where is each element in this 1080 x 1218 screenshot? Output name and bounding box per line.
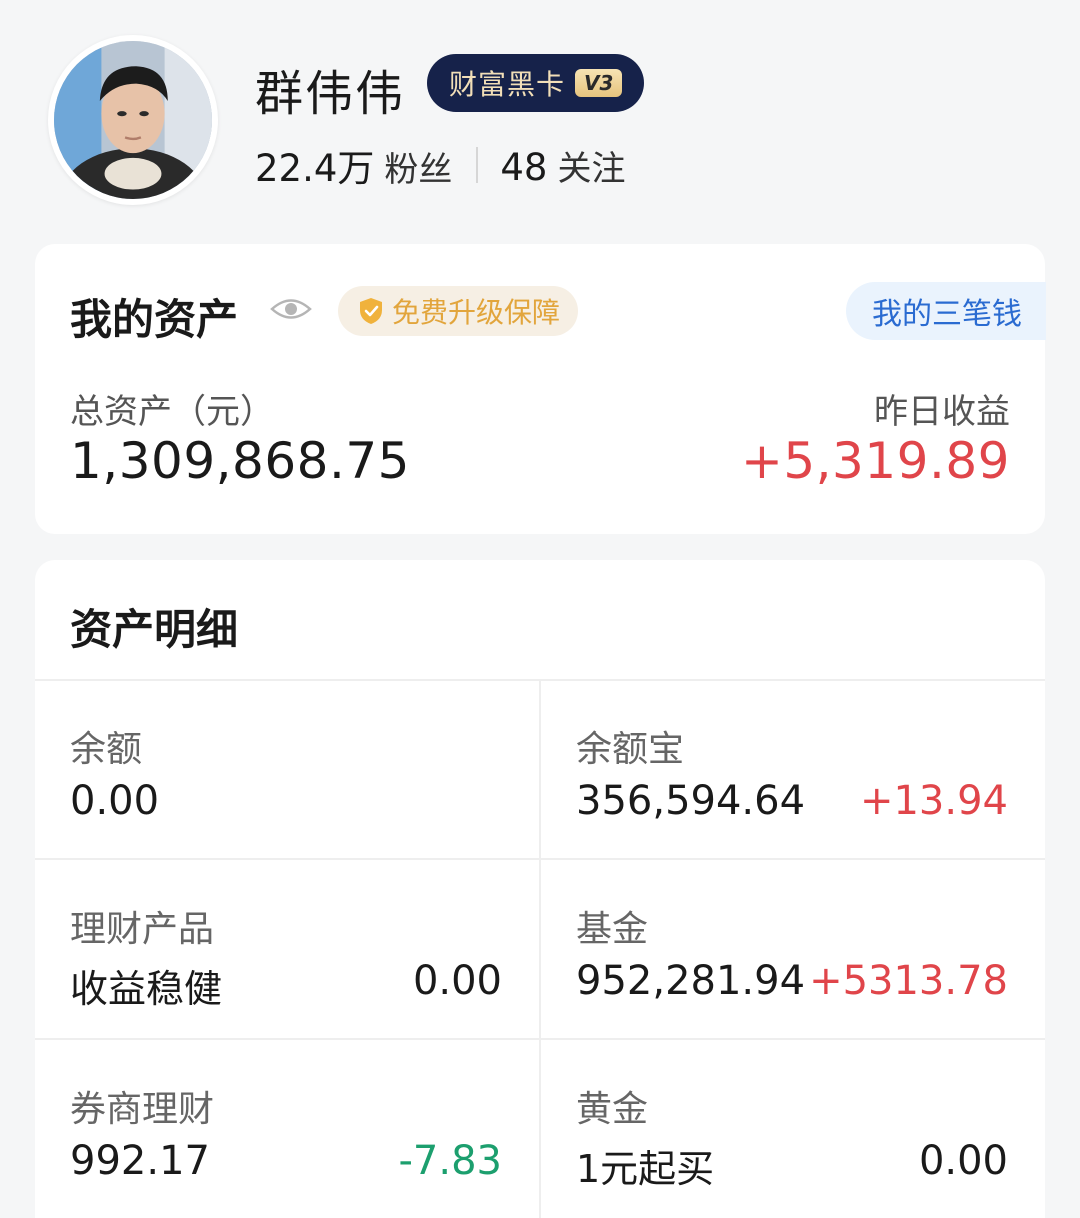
follow-label: 关注 (557, 148, 626, 189)
vip-level-tag: V3 (575, 69, 623, 97)
asset-item-value: 收益稳健 (70, 967, 223, 1011)
avatar[interactable] (48, 35, 218, 205)
eye-icon[interactable] (270, 294, 312, 324)
yesterday-earnings-label: 昨日收益 (874, 392, 1010, 432)
total-assets-label: 总资产（元） (70, 392, 274, 432)
asset-item-label: 券商理财 (70, 1089, 215, 1130)
asset-item-earnings: +5313.78 (809, 958, 1008, 1004)
profile-stats: 22.4万 粉丝 48 关注 (255, 138, 625, 192)
shield-icon (360, 298, 382, 324)
asset-item-label: 余额宝 (576, 729, 685, 770)
asset-item-value: 952,281.94 (576, 958, 806, 1004)
asset-detail-title: 资产明细 (70, 605, 239, 654)
asset-item-label: 理财产品 (70, 909, 215, 950)
asset-item-value: 0.00 (70, 778, 160, 824)
username: 群伟伟 (255, 66, 406, 122)
assets-title: 我的资产 (70, 295, 239, 344)
three-money-button[interactable]: 我的三笔钱 (846, 282, 1046, 340)
asset-item-earnings: 0.00 (412, 958, 502, 1004)
total-assets-value: 1,309,868.75 (70, 432, 410, 490)
fans-link[interactable]: 22.4万 粉丝 (255, 138, 452, 192)
asset-item-value: 992.17 (70, 1138, 210, 1184)
page: 群伟伟 财富黑卡 V3 22.4万 粉丝 48 关注 我的资产 免费升级保障 我的三… (0, 0, 1080, 1218)
asset-item-label: 余额 (70, 729, 143, 770)
follow-link[interactable]: 48 关注 (500, 141, 625, 190)
asset-item-earnings: 0.00 (918, 1138, 1008, 1184)
fans-count: 22.4万 (255, 147, 375, 190)
avatar-photo (54, 41, 212, 199)
asset-item-earnings: +13.94 (859, 778, 1008, 824)
asset-item-earnings: -7.83 (398, 1138, 503, 1184)
divider (539, 680, 541, 1218)
asset-item-value: 1元起买 (576, 1147, 715, 1191)
follow-count: 48 (500, 145, 548, 189)
stats-divider (476, 147, 479, 183)
vip-badge[interactable]: 财富黑卡 V3 (427, 54, 645, 112)
asset-item-label: 黄金 (576, 1089, 649, 1130)
asset-item-value: 356,594.64 (576, 778, 806, 824)
fans-label: 粉丝 (384, 150, 453, 190)
yesterday-earnings-value: +5,319.89 (740, 432, 1010, 490)
upgrade-protection-label: 免费升级保障 (392, 296, 561, 329)
vip-badge-label: 财富黑卡 (449, 68, 566, 101)
upgrade-protection-button[interactable]: 免费升级保障 (338, 286, 579, 336)
asset-item-label: 基金 (576, 909, 649, 950)
